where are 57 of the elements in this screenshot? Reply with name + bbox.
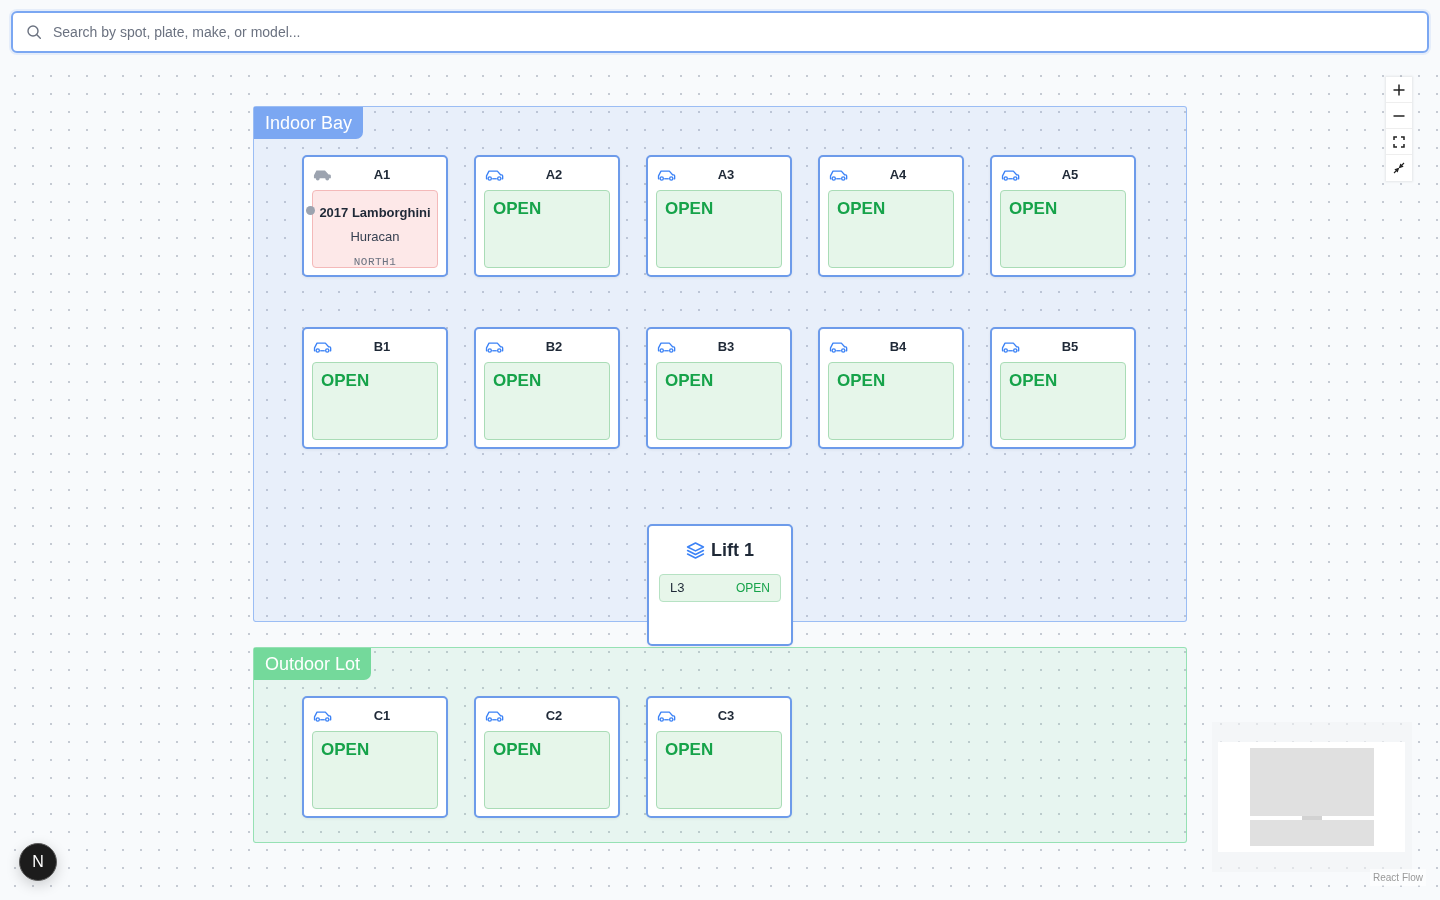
car-icon (485, 169, 504, 181)
car-icon (1001, 169, 1020, 181)
spot-label: A1 (372, 166, 392, 185)
status-text: OPEN (665, 198, 714, 220)
plate-text: NORTH1 (353, 255, 397, 269)
status-text: OPEN (837, 370, 886, 392)
vehicle-title: 2017 Lamborghini (319, 204, 431, 221)
spot-label: C1 (372, 707, 392, 726)
status-text: OPEN (493, 739, 542, 761)
spot-label: A2 (544, 166, 564, 185)
dev-indicator-button[interactable]: N (19, 843, 57, 881)
spot-label: B2 (544, 338, 564, 357)
car-icon (657, 169, 676, 181)
status-text: OPEN (1009, 370, 1058, 392)
status-text: OPEN (665, 370, 714, 392)
lift-title: Lift 1 (711, 538, 754, 562)
fit-view-button[interactable] (1386, 129, 1412, 155)
handle-dot-icon[interactable] (306, 206, 315, 215)
status-text: OPEN (837, 198, 886, 220)
status-text: OPEN (493, 198, 542, 220)
car-icon (313, 169, 332, 181)
plus-icon (1393, 83, 1405, 96)
spot-label: B1 (372, 338, 392, 357)
fullscreen-icon (1393, 135, 1405, 148)
zoom-in-button[interactable] (1386, 77, 1412, 103)
car-icon (313, 341, 332, 353)
spot-label: A4 (888, 166, 908, 185)
car-icon (485, 710, 504, 722)
level-status: OPEN (736, 580, 770, 597)
vehicle-model: Huracan (350, 228, 400, 246)
status-text: OPEN (1009, 198, 1058, 220)
spot-label: A5 (1060, 166, 1080, 185)
spot-label: C2 (544, 707, 564, 726)
status-text: OPEN (321, 370, 370, 392)
status-text: OPEN (665, 739, 714, 761)
car-icon (829, 341, 848, 353)
shrink-button[interactable] (1386, 155, 1412, 181)
spot-label: B3 (716, 338, 736, 357)
zone-label: Indoor Bay (254, 107, 364, 139)
car-icon (485, 341, 504, 353)
layers-icon (686, 540, 705, 560)
zoom-out-button[interactable] (1386, 103, 1412, 129)
spot-label: B4 (888, 338, 908, 357)
zone-label: Outdoor Lot (254, 648, 372, 680)
spot-label: C3 (716, 707, 736, 726)
shrink-arrows-icon (1393, 162, 1405, 174)
car-icon (657, 341, 676, 353)
search-field[interactable]: Search by spot, plate, make, or model... (11, 11, 1429, 53)
car-icon (313, 710, 332, 722)
status-text: OPEN (321, 739, 370, 761)
car-icon (657, 710, 676, 722)
car-icon (829, 169, 848, 181)
spot-label: A3 (716, 166, 736, 185)
status-text: OPEN (493, 370, 542, 392)
car-icon (1001, 341, 1020, 353)
spot-label: B5 (1060, 338, 1080, 357)
level-label: L3 (670, 579, 685, 598)
